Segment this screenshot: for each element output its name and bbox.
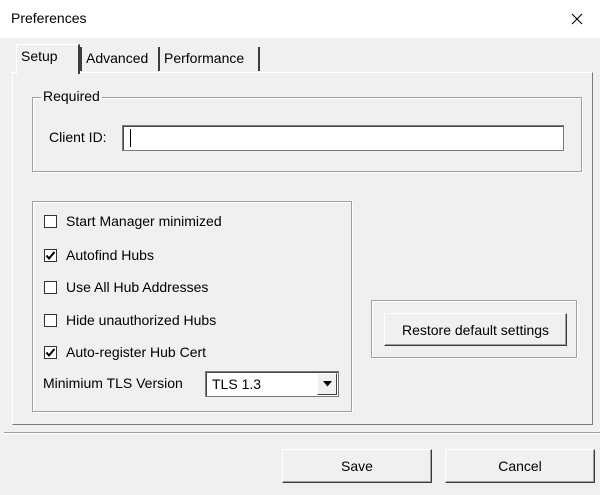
- checkbox-box[interactable]: [44, 280, 57, 294]
- tab-setup[interactable]: Setup: [16, 44, 80, 74]
- checkbox-label: Hide unauthorized Hubs: [66, 312, 217, 328]
- checkbox-box[interactable]: [44, 214, 57, 228]
- checkmark-icon: [45, 347, 56, 357]
- checkbox-label: Use All Hub Addresses: [66, 279, 209, 295]
- text-caret: [130, 129, 131, 147]
- dropdown-button[interactable]: [317, 373, 337, 395]
- checkbox-auto-register-hub-cert[interactable]: Auto-register Hub Cert: [44, 343, 206, 361]
- chevron-down-icon: [322, 381, 332, 387]
- tab-setup-label: Setup: [21, 48, 58, 64]
- preferences-dialog: Preferences Setup Advanced Performance R…: [0, 0, 600, 495]
- checkbox-label: Autofind Hubs: [66, 247, 154, 263]
- tls-version-value: TLS 1.3: [212, 376, 262, 392]
- checkbox-use-all-hub-addresses[interactable]: Use All Hub Addresses: [44, 278, 208, 296]
- checkbox-hide-unauthorized-hubs[interactable]: Hide unauthorized Hubs: [44, 311, 216, 329]
- client-id-input[interactable]: [122, 125, 564, 151]
- tab-advanced-label: Advanced: [86, 50, 149, 66]
- checkbox-box[interactable]: [44, 345, 57, 359]
- close-icon: [571, 13, 583, 25]
- checkmark-icon: [45, 250, 56, 260]
- window-title: Preferences: [11, 10, 87, 26]
- checkbox-autofind-hubs[interactable]: Autofind Hubs: [44, 246, 154, 264]
- restore-defaults-button[interactable]: Restore default settings: [384, 313, 567, 346]
- client-id-label: Client ID:: [49, 129, 107, 145]
- checkbox-label: Auto-register Hub Cert: [66, 344, 207, 360]
- tls-version-label: Minimium TLS Version: [43, 375, 183, 391]
- checkbox-box[interactable]: [44, 313, 57, 327]
- close-button[interactable]: [554, 0, 600, 38]
- tab-performance-label: Performance: [164, 50, 245, 66]
- required-group-legend: Required: [41, 88, 102, 104]
- checkbox-start-manager-minimized[interactable]: Start Manager minimized: [44, 212, 222, 230]
- checkbox-label: Start Manager minimized: [66, 213, 222, 229]
- cancel-button[interactable]: Cancel: [445, 449, 595, 483]
- separator: [4, 432, 600, 434]
- title-bar: Preferences: [0, 0, 600, 38]
- checkbox-box[interactable]: [44, 248, 57, 262]
- save-button[interactable]: Save: [282, 449, 432, 483]
- tab-advanced[interactable]: Advanced: [80, 47, 160, 71]
- tab-performance[interactable]: Performance: [160, 47, 260, 71]
- tls-version-select[interactable]: TLS 1.3: [205, 371, 339, 397]
